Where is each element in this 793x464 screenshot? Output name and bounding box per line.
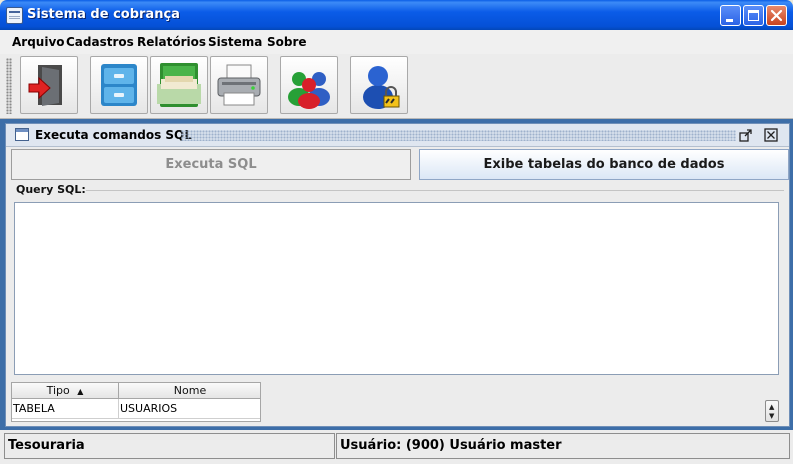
table-scroll-spinner[interactable]: ▲ ▼ xyxy=(765,400,779,422)
print-button[interactable] xyxy=(210,56,268,114)
exit-button[interactable] xyxy=(20,56,78,114)
menu-bar: Arquivo Cadastros Relatórios Sistema Sob… xyxy=(0,30,793,55)
open-drawer-icon xyxy=(157,63,201,107)
iconify-icon xyxy=(739,129,752,142)
window-title-bar[interactable]: Sistema de cobrança xyxy=(0,0,793,30)
sql-query-textarea[interactable] xyxy=(14,202,779,375)
table-cell-nome[interactable]: USUARIOS xyxy=(119,399,260,419)
close-icon xyxy=(770,9,783,22)
minimize-icon xyxy=(726,19,733,22)
status-user: Usuário: (900) Usuário master xyxy=(336,433,790,459)
scroll-up-icon: ▲ xyxy=(769,403,775,411)
users-button[interactable] xyxy=(280,56,338,114)
status-bar: Tesouraria Usuário: (900) Usuário master xyxy=(0,430,793,464)
users-group-icon xyxy=(288,72,330,109)
exit-door-icon xyxy=(28,65,62,106)
menu-cadastros[interactable]: Cadastros xyxy=(66,35,134,49)
frame-window-icon xyxy=(15,128,29,141)
file-cabinet-icon xyxy=(101,64,137,106)
toolbar-grip[interactable] xyxy=(6,58,12,114)
printer-icon xyxy=(217,64,261,106)
table-cell-tipo[interactable]: TABELA xyxy=(12,399,119,419)
iconify-button[interactable] xyxy=(739,128,752,142)
archive-button[interactable] xyxy=(150,56,208,114)
scroll-down-icon: ▼ xyxy=(769,412,775,420)
menu-sobre[interactable]: Sobre xyxy=(267,35,307,49)
cadastro-button[interactable] xyxy=(90,56,148,114)
execute-sql-button[interactable]: Executa SQL xyxy=(11,149,411,180)
show-tables-button[interactable]: Exibe tabelas do banco de dados xyxy=(419,149,789,180)
column-header-nome[interactable]: Nome xyxy=(119,383,260,399)
frame-title-bar[interactable]: Executa comandos SQL xyxy=(6,124,789,147)
title-bar-texture xyxy=(181,130,736,141)
query-divider xyxy=(86,190,784,191)
maximize-button[interactable] xyxy=(743,5,764,26)
maximize-icon xyxy=(748,10,759,21)
close-icon xyxy=(764,128,778,142)
main-toolbar xyxy=(0,54,793,119)
window-title: Sistema de cobrança xyxy=(27,7,180,22)
close-window-button[interactable] xyxy=(766,5,787,26)
status-department: Tesouraria xyxy=(4,433,335,459)
minimize-button[interactable] xyxy=(720,5,741,26)
sort-ascending-icon: ▲ xyxy=(77,387,84,396)
user-permissions-button[interactable] xyxy=(350,56,408,114)
menu-relatorios[interactable]: Relatórios xyxy=(137,35,206,49)
sql-command-frame: Executa comandos SQL Executa SQL Exibe t… xyxy=(5,123,790,427)
tables-table: Tipo ▲ Nome TABELA USUARIOS xyxy=(11,382,261,422)
frame-close-button[interactable] xyxy=(764,128,778,142)
query-label: Query SQL: xyxy=(16,183,86,196)
menu-sistema[interactable]: Sistema xyxy=(208,35,262,49)
column-header-tipo[interactable]: Tipo ▲ xyxy=(12,383,119,399)
frame-title: Executa comandos SQL xyxy=(35,128,192,142)
user-lock-icon xyxy=(363,66,400,109)
menu-arquivo[interactable]: Arquivo xyxy=(12,35,65,49)
app-window-icon xyxy=(6,7,23,24)
